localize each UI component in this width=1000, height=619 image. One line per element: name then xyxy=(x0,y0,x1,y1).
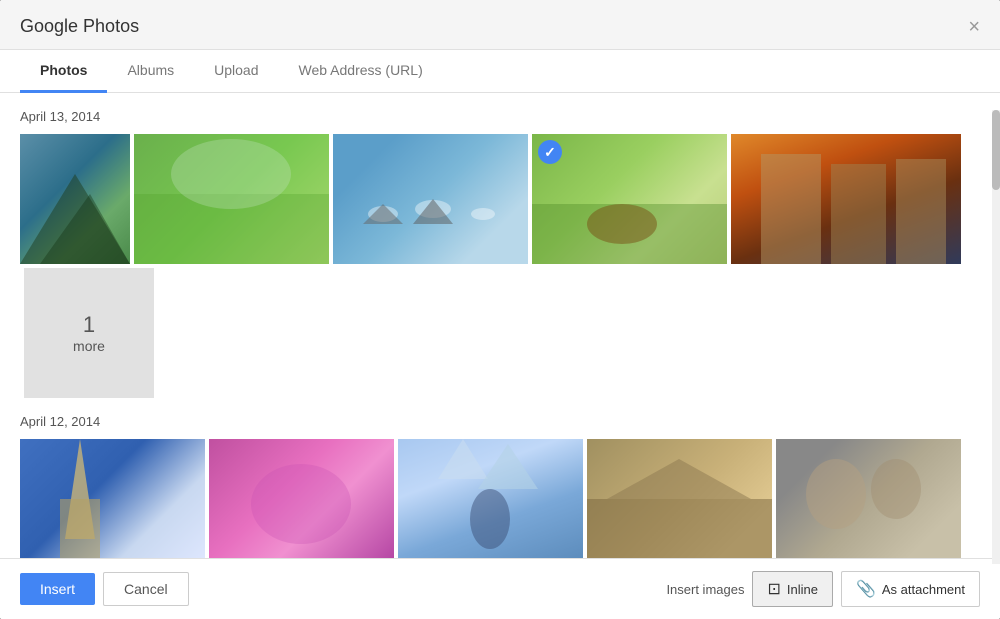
section-april-12: April 12, 2014 xyxy=(20,414,980,558)
photo-row-2: 1 more xyxy=(20,268,980,398)
photo-item[interactable] xyxy=(20,134,130,264)
photo-item-more[interactable]: 1 more xyxy=(24,268,154,398)
insert-options: Insert images ⊡ Inline 📎 As attachment xyxy=(666,571,980,607)
attachment-label: As attachment xyxy=(882,582,965,597)
insert-images-label: Insert images xyxy=(666,582,744,597)
photo-item[interactable] xyxy=(20,439,205,558)
dialog-footer: Insert Cancel Insert images ⊡ Inline 📎 A… xyxy=(0,558,1000,619)
attachment-icon: 📎 xyxy=(856,579,876,599)
photo-item-selected[interactable]: ✓ xyxy=(532,134,727,264)
section-april-13: April 13, 2014 xyxy=(20,109,980,398)
scrollbar-track[interactable] xyxy=(992,110,1000,564)
tab-photos[interactable]: Photos xyxy=(20,50,107,93)
photo-row-3 xyxy=(20,439,980,558)
tab-albums[interactable]: Albums xyxy=(107,50,194,93)
cancel-button[interactable]: Cancel xyxy=(103,572,189,606)
attachment-option[interactable]: 📎 As attachment xyxy=(841,571,980,607)
photo-item[interactable] xyxy=(134,134,329,264)
inline-label: Inline xyxy=(787,582,818,597)
tab-upload[interactable]: Upload xyxy=(194,50,278,93)
photo-item[interactable] xyxy=(587,439,772,558)
inline-option[interactable]: ⊡ Inline xyxy=(752,571,832,607)
photo-item[interactable] xyxy=(333,134,528,264)
date-label-1: April 13, 2014 xyxy=(20,109,980,124)
inline-icon: ⊡ xyxy=(767,579,780,599)
close-button[interactable]: × xyxy=(968,17,980,49)
photo-item[interactable] xyxy=(731,134,961,264)
insert-button[interactable]: Insert xyxy=(20,573,95,605)
photo-item[interactable] xyxy=(209,439,394,558)
tabs-bar: Photos Albums Upload Web Address (URL) xyxy=(0,50,1000,93)
google-photos-dialog: Google Photos × Photos Albums Upload Web… xyxy=(0,0,1000,619)
dialog-title: Google Photos xyxy=(20,16,139,49)
photo-item[interactable] xyxy=(776,439,961,558)
scrollbar-thumb[interactable] xyxy=(992,110,1000,190)
dialog-header: Google Photos × xyxy=(0,0,1000,50)
footer-actions: Insert Cancel xyxy=(20,572,189,606)
more-label: more xyxy=(73,338,105,354)
photos-content: April 13, 2014 xyxy=(0,93,1000,558)
more-overlay[interactable]: 1 more xyxy=(24,268,154,398)
photo-row-1: ✓ xyxy=(20,134,980,264)
tab-url[interactable]: Web Address (URL) xyxy=(279,50,443,93)
more-count: 1 xyxy=(83,312,95,338)
photo-item[interactable] xyxy=(398,439,583,558)
date-label-2: April 12, 2014 xyxy=(20,414,980,429)
selected-check: ✓ xyxy=(538,140,562,164)
